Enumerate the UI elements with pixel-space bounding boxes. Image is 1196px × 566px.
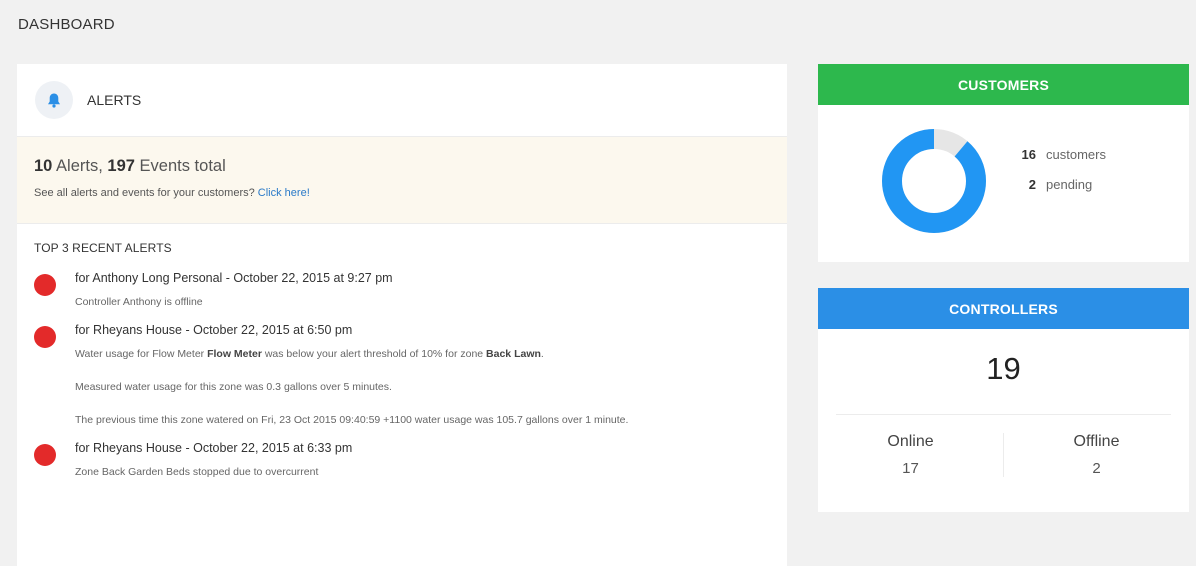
donut-customers-segment bbox=[882, 129, 986, 233]
customers-card: CUSTOMERS 16 customers 2 pending bbox=[818, 64, 1189, 262]
customers-pending: 2 bbox=[1028, 177, 1036, 192]
events-word: Events total bbox=[139, 157, 226, 175]
alert-heading: for Rheyans House - October 22, 2015 at … bbox=[75, 323, 353, 337]
alert-item[interactable]: for Anthony Long Personal - October 22, … bbox=[17, 269, 787, 311]
alerts-count: 10 bbox=[34, 157, 53, 175]
customers-count-label: customers bbox=[1046, 147, 1106, 162]
alert-detail: Controller Anthony is offline bbox=[75, 296, 203, 308]
alert-detail: Zone Back Garden Beds stopped due to ove… bbox=[75, 466, 319, 478]
controllers-card: CONTROLLERS 19 Online 17 Offline 2 bbox=[818, 288, 1189, 512]
customers-body: 16 customers 2 pending bbox=[818, 105, 1189, 262]
customers-stats: 16 customers 2 pending bbox=[1014, 147, 1106, 207]
alerts-title: ALERTS bbox=[87, 92, 142, 108]
alert-dot-icon bbox=[34, 444, 56, 466]
alert-item[interactable]: for Rheyans House - October 22, 2015 at … bbox=[17, 439, 787, 481]
alerts-prompt: See all alerts and events for your custo… bbox=[34, 187, 255, 199]
controllers-total: 19 bbox=[986, 351, 1021, 386]
customers-header[interactable]: CUSTOMERS bbox=[818, 64, 1189, 105]
online-label: Online bbox=[887, 433, 934, 450]
customers-count-row: 16 customers bbox=[1014, 147, 1106, 177]
controllers-split: Online 17 Offline 2 bbox=[818, 433, 1189, 477]
alert-dot-icon bbox=[34, 326, 56, 348]
controllers-online[interactable]: Online 17 bbox=[818, 433, 1003, 477]
customers-pending-label: pending bbox=[1046, 177, 1093, 192]
alert-detail-text: . bbox=[540, 348, 544, 360]
zone-name: Back Lawn bbox=[486, 348, 541, 360]
alerts-panel: ALERTS 10 Alerts, 197 Events total See a… bbox=[17, 64, 787, 566]
alerts-word: Alerts, bbox=[56, 157, 103, 175]
alert-detail-text: Water usage for Flow Meter bbox=[75, 348, 208, 360]
customers-pending-row: 2 pending bbox=[1014, 177, 1106, 207]
alert-detail-text: was below your alert threshold of 10% fo… bbox=[261, 348, 487, 360]
alerts-summary-line: 10 Alerts, 197 Events total bbox=[34, 157, 787, 176]
alert-heading: for Anthony Long Personal - October 22, … bbox=[75, 271, 393, 285]
flow-meter-name: Flow Meter bbox=[207, 348, 262, 360]
alert-dot-icon bbox=[34, 274, 56, 296]
online-count: 17 bbox=[902, 460, 919, 477]
alert-detail: Water usage for Flow Meter Flow Meter wa… bbox=[75, 346, 755, 429]
alert-detail-line: The previous time this zone watered on F… bbox=[75, 414, 629, 426]
offline-label: Offline bbox=[1073, 433, 1120, 450]
click-here-link[interactable]: Click here! bbox=[258, 187, 310, 199]
customers-donut bbox=[882, 129, 986, 233]
alert-heading: for Rheyans House - October 22, 2015 at … bbox=[75, 441, 353, 455]
controllers-offline[interactable]: Offline 2 bbox=[1003, 433, 1189, 477]
bell-icon bbox=[35, 81, 73, 119]
controllers-header[interactable]: CONTROLLERS bbox=[818, 288, 1189, 329]
customers-count: 16 bbox=[1021, 147, 1036, 162]
alerts-summary-sub: See all alerts and events for your custo… bbox=[34, 187, 787, 199]
alert-list: for Anthony Long Personal - October 22, … bbox=[17, 269, 787, 481]
alert-item[interactable]: for Rheyans House - October 22, 2015 at … bbox=[17, 321, 787, 429]
alert-detail-line: Measured water usage for this zone was 0… bbox=[75, 381, 392, 393]
recent-alerts-title: TOP 3 RECENT ALERTS bbox=[34, 241, 172, 255]
alert-detail-line: Water usage for Flow Meter Flow Meter wa… bbox=[75, 346, 755, 363]
page-title: DASHBOARD bbox=[18, 16, 115, 33]
divider bbox=[836, 414, 1171, 415]
alerts-summary: 10 Alerts, 197 Events total See all aler… bbox=[17, 137, 787, 224]
events-count: 197 bbox=[107, 157, 135, 175]
offline-count: 2 bbox=[1092, 460, 1101, 477]
alerts-header: ALERTS bbox=[17, 64, 787, 137]
